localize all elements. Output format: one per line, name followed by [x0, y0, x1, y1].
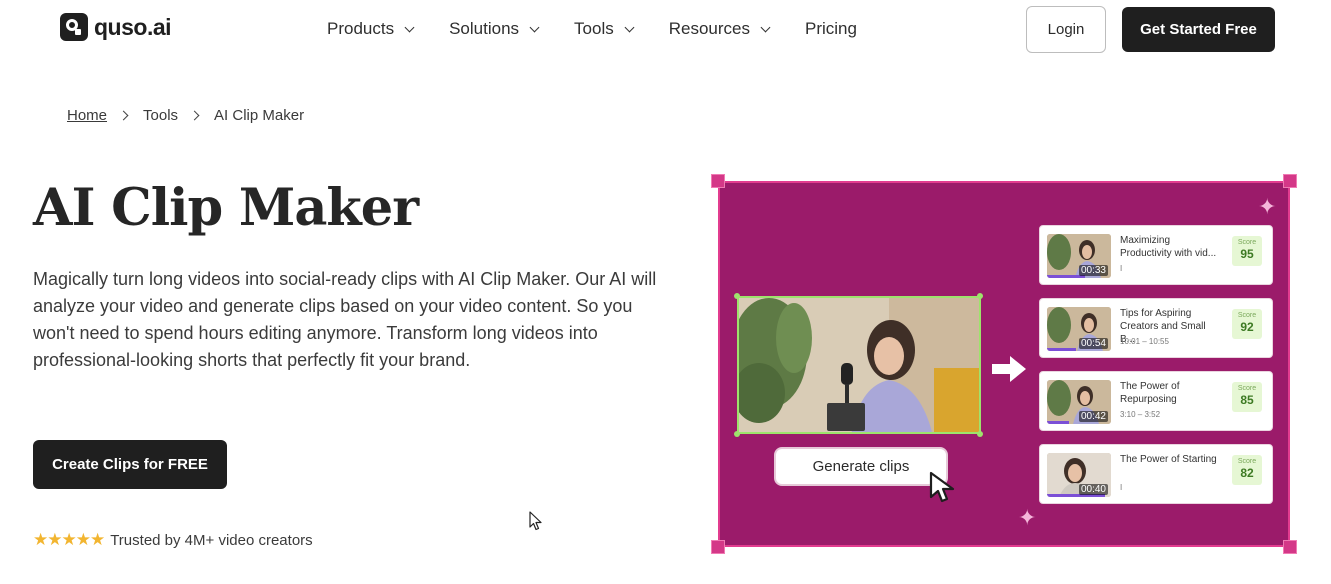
sparkle-icon: ✦ — [1258, 194, 1277, 219]
clip-progress — [1047, 348, 1076, 351]
source-video-preview — [737, 296, 981, 434]
page-title: AI Clip Maker — [33, 178, 419, 238]
score-badge: Score 82 — [1232, 455, 1262, 485]
breadcrumb-home-link[interactable]: Home — [67, 107, 107, 124]
hero-description: Magically turn long videos into social-r… — [33, 269, 657, 370]
mouse-cursor-icon — [529, 511, 542, 531]
nav-tools[interactable]: Tools — [574, 19, 635, 39]
nav-pricing[interactable]: Pricing — [805, 19, 857, 39]
selection-handle — [977, 431, 983, 437]
clip-card: 00:40 The Power of Starting I Score 82 — [1039, 444, 1273, 504]
clip-card: 00:42 The Power of Repurposing 3:10 – 3:… — [1039, 371, 1273, 431]
clip-duration: 00:54 — [1078, 338, 1108, 349]
score-value: 85 — [1240, 393, 1254, 407]
clip-duration: 00:42 — [1078, 411, 1108, 422]
get-started-button[interactable]: Get Started Free — [1122, 7, 1275, 52]
selection-handle — [734, 431, 740, 437]
chevron-down-icon — [404, 22, 415, 32]
clip-thumbnail: 00:42 — [1047, 380, 1111, 424]
nav-tools-label: Tools — [574, 19, 614, 38]
trust-badge: ★★★★★ Trusted by 4M+ video creators — [33, 530, 313, 550]
clip-title: Maximizing Productivity with vid... — [1120, 235, 1217, 259]
clip-title: The Power of Repurposing — [1120, 381, 1180, 405]
clip-timestamp: 3:10 – 3:52 — [1120, 410, 1161, 419]
rating-stars-icon: ★★★★★ — [33, 530, 105, 549]
selection-handle — [734, 293, 740, 299]
nav-solutions[interactable]: Solutions — [449, 19, 540, 39]
video-frame-image — [739, 298, 979, 432]
breadcrumb: Home Tools AI Clip Maker — [67, 107, 304, 124]
pointer-cursor-icon — [929, 471, 955, 503]
logo[interactable]: quso.ai — [60, 13, 172, 41]
clip-card: 00:33 Maximizing Productivity with vid..… — [1039, 225, 1273, 285]
breadcrumb-current: AI Clip Maker — [214, 107, 305, 124]
clip-timestamp: I — [1120, 264, 1123, 273]
score-badge: Score 85 — [1232, 382, 1262, 412]
chevron-down-icon — [529, 22, 540, 32]
clip-timestamp: 10:01 – 10:55 — [1120, 337, 1169, 346]
logo-icon — [60, 13, 88, 41]
nav-products-label: Products — [327, 19, 395, 38]
score-value: 92 — [1240, 320, 1254, 334]
clip-progress — [1047, 421, 1070, 424]
score-value: 82 — [1240, 466, 1254, 480]
breadcrumb-tools[interactable]: Tools — [143, 107, 178, 124]
chevron-right-icon — [118, 110, 129, 121]
login-button[interactable]: Login — [1026, 6, 1106, 53]
clip-duration: 00:40 — [1078, 484, 1108, 495]
clip-title: The Power of Starting — [1120, 454, 1217, 465]
main-nav: Products Solutions Tools Resources Prici… — [327, 19, 857, 39]
nav-resources-label: Resources — [668, 19, 750, 38]
clip-thumbnail: 00:54 — [1047, 307, 1111, 351]
nav-pricing-label: Pricing — [804, 19, 857, 38]
chevron-right-icon — [189, 110, 200, 121]
score-label: Score — [1237, 239, 1257, 246]
arrow-right-icon — [992, 356, 1026, 382]
trust-text: Trusted by 4M+ video creators — [110, 531, 313, 549]
resize-handle — [711, 174, 725, 188]
score-label: Score — [1237, 458, 1257, 465]
score-badge: Score 92 — [1232, 309, 1262, 339]
resize-handle — [1283, 540, 1297, 554]
nav-products[interactable]: Products — [327, 19, 415, 39]
score-badge: Score 95 — [1232, 236, 1262, 266]
resize-handle — [711, 540, 725, 554]
selection-handle — [977, 293, 983, 299]
clip-card: 00:54 Tips for Aspiring Creators and Sma… — [1039, 298, 1273, 358]
clip-thumbnail: 00:40 — [1047, 453, 1111, 497]
nav-resources[interactable]: Resources — [668, 19, 771, 39]
score-value: 95 — [1240, 247, 1254, 261]
sparkle-icon: ✦ — [1018, 505, 1037, 530]
clip-timestamp: I — [1120, 483, 1123, 492]
clip-duration: 00:33 — [1078, 265, 1108, 276]
resize-handle — [1283, 174, 1297, 188]
score-label: Score — [1237, 385, 1257, 392]
chevron-down-icon — [624, 22, 635, 32]
score-label: Score — [1237, 312, 1257, 319]
clip-thumbnail: 00:33 — [1047, 234, 1111, 278]
hero-illustration: ✦ ✦ Generate clips 00:33 Maximizing Prod… — [711, 174, 1297, 554]
generate-clips-button: Generate clips — [774, 447, 948, 486]
logo-text: quso.ai — [94, 13, 172, 40]
create-clips-button[interactable]: Create Clips for FREE — [33, 440, 227, 489]
nav-solutions-label: Solutions — [449, 19, 520, 38]
chevron-down-icon — [760, 22, 771, 32]
